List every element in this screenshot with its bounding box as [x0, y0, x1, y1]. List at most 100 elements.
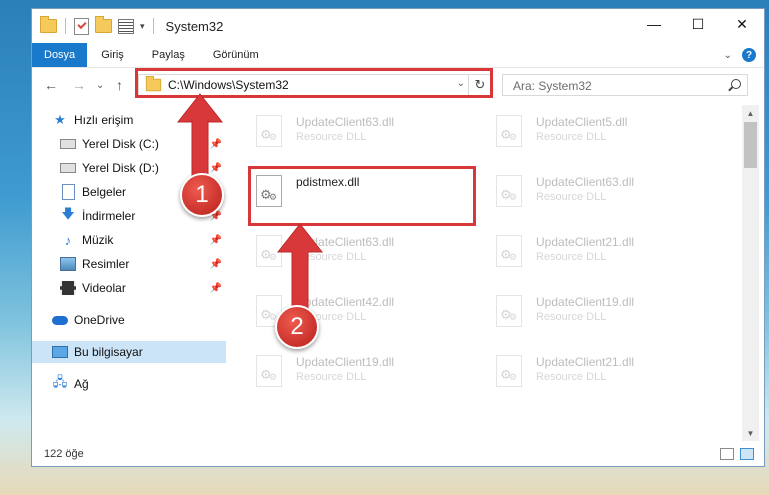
sidebar-item-label: Yerel Disk (D:)	[82, 161, 159, 175]
sidebar-item-label: Ağ	[74, 377, 89, 391]
sidebar-item-label: Videolar	[82, 281, 126, 295]
dll-file-icon: ⚙ ⚙	[256, 355, 284, 387]
window-controls: — ☐ ✕	[632, 9, 764, 39]
step-2-badge: 2	[275, 305, 319, 349]
documents-icon	[61, 184, 75, 200]
dll-file-icon: ⚙ ⚙	[496, 355, 524, 387]
help-icon[interactable]: ?	[742, 48, 756, 62]
file-name: UpdateClient63.dll	[536, 175, 635, 189]
view-buttons	[720, 448, 754, 460]
pin-icon[interactable]: 📌	[210, 283, 222, 294]
download-icon: 🡇	[61, 206, 75, 221]
file-highlight	[248, 166, 476, 226]
star-icon: ★	[54, 112, 66, 127]
scroll-up-icon[interactable]: ▲	[742, 105, 759, 121]
item-count: 122 öğe	[44, 448, 84, 460]
file-type: Resource DLL	[296, 131, 367, 143]
pin-icon[interactable]: 📌	[210, 259, 222, 270]
dll-file-icon: ⚙ ⚙	[496, 235, 524, 267]
properties-check-icon[interactable]	[74, 17, 89, 35]
drive-icon	[60, 139, 76, 149]
properties-icon[interactable]	[118, 18, 134, 34]
maximize-button[interactable]: ☐	[676, 9, 720, 39]
new-folder-icon[interactable]	[95, 16, 112, 33]
videos-icon	[60, 281, 76, 295]
file-type: Resource DLL	[536, 191, 607, 203]
back-arrow-icon[interactable]: ←	[44, 77, 58, 93]
sidebar-item-label: İndirmeler	[82, 209, 136, 223]
sidebar-item-label: Yerel Disk (C:)	[82, 137, 159, 151]
search-input[interactable]	[511, 76, 715, 96]
file-name: UpdateClient19.dll	[536, 295, 635, 309]
sidebar-item-pictures[interactable]: Resimler 📌	[60, 253, 226, 275]
file-item[interactable]: ⚙ ⚙ UpdateClient5.dll Resource DLL	[486, 109, 716, 155]
file-name: UpdateClient5.dll	[536, 115, 628, 129]
toolbar-divider	[152, 18, 154, 34]
dll-file-icon: ⚙ ⚙	[256, 115, 284, 147]
file-item[interactable]: ⚙ ⚙ UpdateClient19.dll Resource DLL	[246, 349, 476, 395]
sidebar-item-label: Müzik	[82, 233, 114, 247]
sidebar-item-label: Resimler	[82, 257, 130, 271]
file-name: UpdateClient63.dll	[296, 115, 395, 129]
file-name: UpdateClient21.dll	[536, 355, 635, 369]
file-type: Resource DLL	[536, 251, 607, 263]
sidebar-item-videos[interactable]: Videolar 📌	[60, 277, 226, 299]
dll-file-icon: ⚙ ⚙	[496, 295, 524, 327]
title-bar: ▾ System32 — ☐ ✕	[32, 9, 764, 43]
scrollbar-thumb[interactable]	[744, 122, 757, 168]
sidebar-item-this-pc[interactable]: Bu bilgisayar	[32, 341, 226, 363]
sidebar-item-label: Hızlı erişim	[74, 113, 134, 127]
onedrive-icon	[52, 315, 68, 325]
file-item[interactable]: ⚙ ⚙ UpdateClient63.dll Resource DLL	[486, 169, 716, 215]
tab-gorunum[interactable]: Görünüm	[199, 43, 273, 67]
ribbon-right-controls: ⌄ ?	[724, 48, 756, 62]
file-type: Resource DLL	[536, 131, 607, 143]
forward-arrow-icon[interactable]: →	[72, 77, 86, 93]
sidebar-item-network[interactable]: 🖧 Ağ	[52, 373, 226, 395]
large-icons-view-icon[interactable]	[740, 448, 754, 460]
tab-paylas[interactable]: Paylaş	[138, 43, 199, 67]
tab-dosya[interactable]: Dosya	[32, 43, 88, 67]
file-item[interactable]: ⚙ ⚙ UpdateClient19.dll Resource DLL	[486, 289, 716, 335]
folder-icon	[40, 16, 57, 33]
pin-icon[interactable]: 📌	[210, 235, 222, 246]
file-type: Resource DLL	[536, 311, 607, 323]
dll-file-icon: ⚙ ⚙	[496, 175, 524, 207]
dll-file-icon: ⚙ ⚙	[496, 115, 524, 147]
recent-locations-icon[interactable]: ⌄	[96, 80, 104, 91]
file-item[interactable]: ⚙ ⚙ UpdateClient21.dll Resource DLL	[486, 229, 716, 275]
file-item[interactable]: ⚙ ⚙ UpdateClient21.dll Resource DLL	[486, 349, 716, 395]
close-button[interactable]: ✕	[720, 9, 764, 39]
search-icon[interactable]	[731, 79, 741, 89]
sidebar-item-music[interactable]: ♪ Müzik 📌	[60, 229, 226, 251]
tab-giris[interactable]: Giriş	[87, 43, 138, 67]
window-title: System32	[165, 18, 224, 34]
computer-icon	[52, 346, 68, 358]
scroll-down-icon[interactable]: ▼	[742, 425, 759, 441]
qat-dropdown-icon[interactable]: ▾	[140, 21, 145, 32]
sidebar-item-label: OneDrive	[74, 313, 125, 327]
ribbon-tabs: Dosya Giriş Paylaş Görünüm ⌄ ?	[32, 43, 764, 68]
drive-icon	[60, 163, 76, 173]
quick-access-toolbar: ▾	[40, 16, 156, 35]
expand-ribbon-icon[interactable]: ⌄	[724, 50, 732, 61]
status-bar: 122 öğe	[32, 441, 764, 467]
sidebar-item-label: Belgeler	[82, 185, 127, 199]
pictures-icon	[60, 257, 76, 271]
sidebar-item-label: Bu bilgisayar	[74, 345, 143, 359]
search-box[interactable]	[502, 74, 748, 96]
file-item[interactable]: ⚙ ⚙ UpdateClient63.dll Resource DLL	[246, 109, 476, 155]
details-view-icon[interactable]	[720, 448, 734, 460]
file-name: UpdateClient21.dll	[536, 235, 635, 249]
file-type: Resource DLL	[296, 371, 367, 383]
vertical-scrollbar[interactable]: ▲ ▼	[742, 105, 759, 441]
step-1-badge: 1	[180, 173, 224, 217]
toolbar-divider	[65, 18, 66, 34]
file-name: UpdateClient19.dll	[296, 355, 395, 369]
network-icon: 🖧	[52, 374, 68, 389]
minimize-button[interactable]: —	[632, 9, 676, 39]
sidebar-item-onedrive[interactable]: OneDrive	[52, 309, 226, 331]
file-type: Resource DLL	[536, 371, 607, 383]
up-arrow-icon[interactable]: ↑	[116, 77, 123, 93]
music-icon: ♪	[64, 232, 72, 248]
